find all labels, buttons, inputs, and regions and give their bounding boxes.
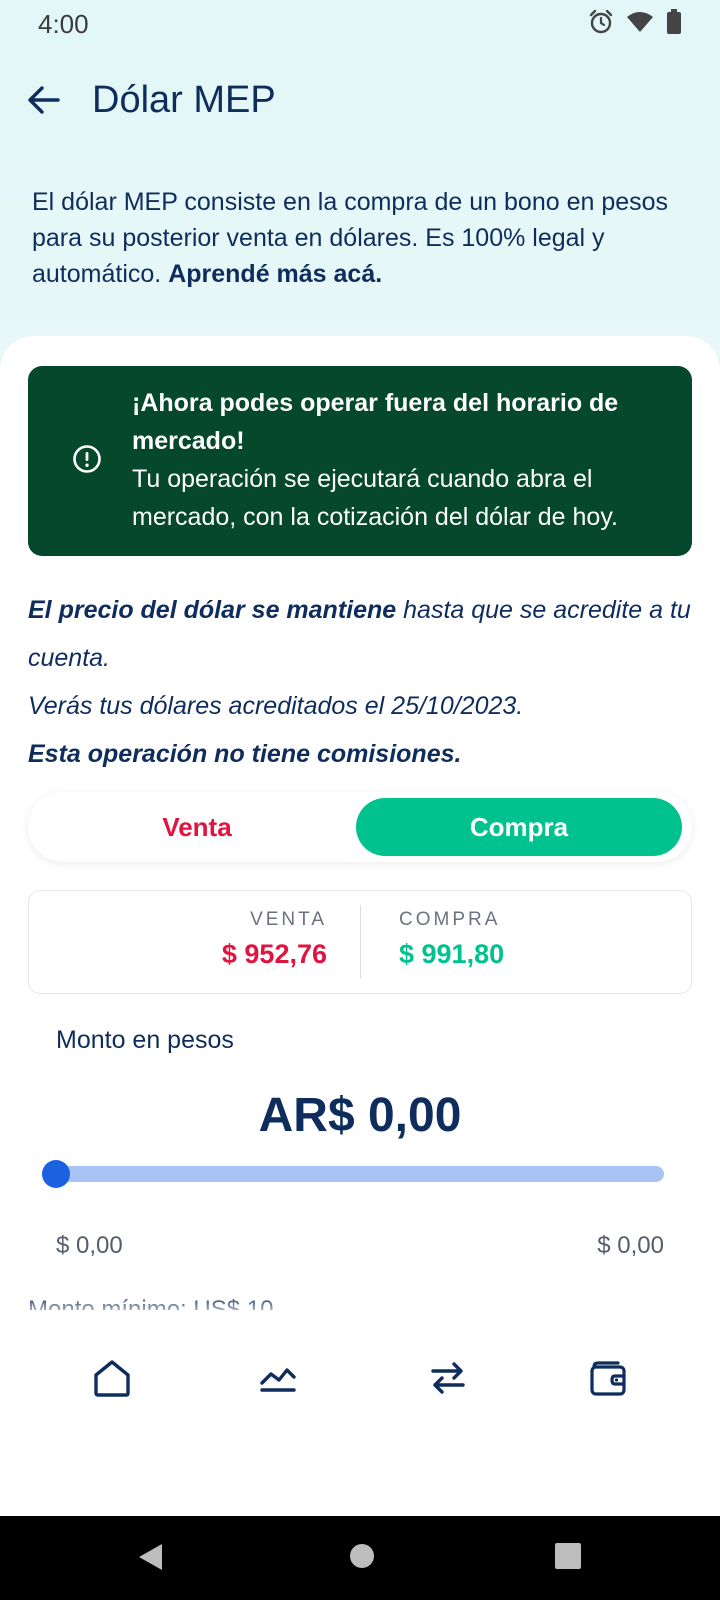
quote-venta: VENTA $ 952,76 xyxy=(222,909,327,970)
quote-venta-value: $ 952,76 xyxy=(221,939,327,969)
app-header: Dólar MEP xyxy=(0,64,720,136)
wallet-icon xyxy=(590,1361,626,1396)
range-min: $ 0,00 xyxy=(56,1232,123,1259)
nav-home[interactable] xyxy=(88,1354,136,1402)
alert-body: Tu operación se ejecutará cuando abra el… xyxy=(132,465,618,531)
system-nav-bar xyxy=(0,1516,720,1600)
nav-transfer[interactable] xyxy=(424,1354,472,1402)
quote-divider xyxy=(360,905,361,979)
home-icon xyxy=(94,1360,130,1397)
status-bar: 4:00 xyxy=(0,0,720,48)
back-button[interactable] xyxy=(20,76,68,124)
info-line-3: Esta operación no tiene comisiones. xyxy=(28,730,692,778)
quote-compra: COMPRA $ 991,80 xyxy=(399,909,504,970)
square-recents-icon xyxy=(555,1543,581,1569)
battery-icon xyxy=(666,8,682,40)
learn-more-link[interactable]: Aprendé más acá. xyxy=(168,260,382,288)
price-info: El precio del dólar se mantiene hasta qu… xyxy=(28,586,692,778)
alert-title: ¡Ahora podes operar fuera del horario de… xyxy=(132,389,619,455)
header-background xyxy=(0,0,720,360)
system-home-button[interactable] xyxy=(348,1542,376,1575)
alarm-icon xyxy=(588,9,614,40)
slider-thumb[interactable] xyxy=(42,1160,70,1188)
info-line-3-bold: Esta operación no tiene comisiones. xyxy=(28,740,462,768)
transfer-icon xyxy=(431,1362,465,1394)
status-time: 4:00 xyxy=(38,8,89,39)
quote-compra-value: $ 991,80 xyxy=(399,939,505,969)
quote-card: VENTA $ 952,76 COMPRA $ 991,80 xyxy=(28,890,692,994)
system-recents-button[interactable] xyxy=(554,1542,582,1575)
wifi-icon xyxy=(626,10,654,39)
page-title: Dólar MEP xyxy=(92,78,276,121)
chart-icon xyxy=(260,1368,296,1392)
amount-slider[interactable] xyxy=(42,1160,664,1188)
info-line-2: Verás tus dólares acreditados el 25/10/2… xyxy=(28,692,524,720)
status-icons xyxy=(588,8,682,40)
nav-wallet[interactable] xyxy=(584,1354,632,1402)
amount-label: Monto en pesos xyxy=(56,1026,234,1054)
info-line-1: El precio del dólar se mantiene hasta qu… xyxy=(28,586,692,682)
quote-compra-label: COMPRA xyxy=(399,909,501,930)
info-circle-icon xyxy=(72,444,102,479)
amount-value: AR$ 0,00 xyxy=(258,1089,462,1142)
toggle-compra[interactable]: Compra xyxy=(356,798,682,856)
system-back-button[interactable] xyxy=(136,1542,164,1577)
toggle-venta[interactable]: Venta xyxy=(34,798,360,856)
intro-text: El dólar MEP consiste en la compra de un… xyxy=(32,184,682,292)
info-line-1-bold: El precio del dólar se mantiene xyxy=(28,596,397,624)
range-max: $ 0,00 xyxy=(597,1232,664,1259)
circle-home-icon xyxy=(350,1544,374,1568)
market-hours-alert: ¡Ahora podes operar fuera del horario de… xyxy=(28,366,692,556)
triangle-back-icon xyxy=(139,1544,162,1570)
back-arrow-icon xyxy=(28,86,60,114)
bottom-nav xyxy=(0,1312,720,1516)
quote-venta-label: VENTA xyxy=(250,909,327,930)
nav-investments[interactable] xyxy=(254,1354,302,1402)
operation-toggle: Venta Compra xyxy=(28,792,692,862)
